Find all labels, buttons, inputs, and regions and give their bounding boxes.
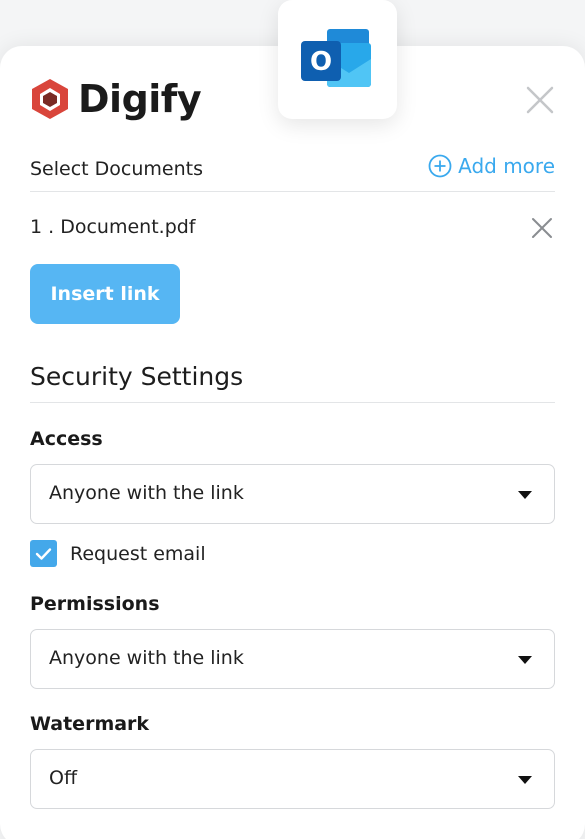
close-button[interactable] [526,86,554,114]
brand-name: Digify [78,77,202,121]
watermark-label: Watermark [30,713,150,735]
outlook-icon-letter: O [309,47,331,77]
permissions-select[interactable]: Anyone with the link [30,629,555,689]
close-icon [532,218,552,238]
close-icon [526,86,554,114]
digify-logo: Digify [30,77,202,121]
select-documents-row: Select Documents Add more [30,154,555,192]
caret-down-icon [518,776,532,784]
request-email-option[interactable]: Request email [30,540,206,567]
outlook-icon: O [300,28,371,87]
digify-hexagon-icon [32,79,68,119]
security-settings-title: Security Settings [30,362,244,391]
permissions-label: Permissions [30,593,160,615]
access-value: Anyone with the link [49,482,244,504]
remove-document-button[interactable] [531,217,553,239]
access-select[interactable]: Anyone with the link [30,464,555,524]
checkmark-icon [35,547,52,560]
insert-link-button[interactable]: Insert link [30,264,180,324]
select-documents-label: Select Documents [30,158,203,180]
document-list-item: 1 . Document.pdf [30,216,555,244]
document-name: 1 . Document.pdf [30,216,196,238]
plus-circle-icon [428,154,452,178]
add-more-button[interactable]: Add more [428,154,555,178]
request-email-label: Request email [70,542,206,565]
watermark-value: Off [49,767,78,789]
permissions-value: Anyone with the link [49,647,244,669]
divider [30,402,555,403]
outlook-app-badge: O [278,0,397,119]
caret-down-icon [518,656,532,664]
add-more-label: Add more [458,154,555,178]
caret-down-icon [518,491,532,499]
request-email-checkbox[interactable] [30,540,57,567]
watermark-select[interactable]: Off [30,749,555,809]
access-label: Access [30,428,103,450]
digify-addin: O Digify Select Documents Add more 1 . D… [0,0,585,839]
